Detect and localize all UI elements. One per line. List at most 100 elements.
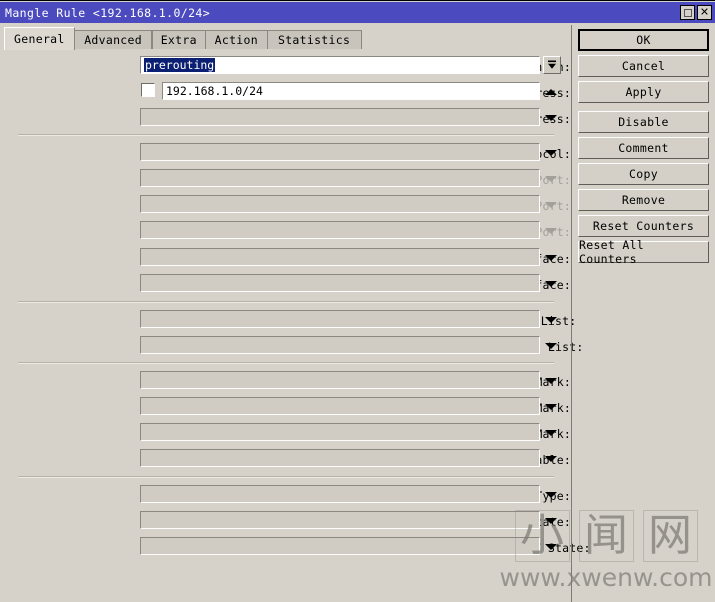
- form-row: Any. Port:: [0, 221, 571, 243]
- form-row: Src. Port:: [0, 169, 571, 191]
- chevron-down-icon: [545, 176, 557, 182]
- apply-button[interactable]: Apply: [578, 81, 709, 103]
- close-glyph: ✕: [699, 5, 710, 19]
- field-input[interactable]: [140, 143, 540, 161]
- chevron-down-icon: [545, 544, 557, 550]
- button-label: Remove: [621, 193, 666, 207]
- reset-all-counters-button[interactable]: Reset All Counters: [578, 238, 709, 266]
- form-row: Protocol:: [0, 143, 571, 165]
- field-input[interactable]: 192.168.1.0/24: [162, 82, 540, 100]
- button-label: Disable: [618, 115, 669, 129]
- field-input[interactable]: [140, 423, 540, 441]
- tab-action[interactable]: Action: [205, 30, 268, 49]
- reset-counters-button[interactable]: Reset Counters: [578, 215, 709, 237]
- chain-dropdown-button[interactable]: [543, 56, 561, 74]
- button-label: Cancel: [621, 59, 666, 73]
- form-row: Src. Address:192.168.1.0/24: [0, 82, 571, 104]
- form-row: Connection Type:: [0, 485, 571, 507]
- tab-extra[interactable]: Extra: [151, 30, 206, 49]
- form-row: Routing Table:: [0, 449, 571, 471]
- disable-button[interactable]: Disable: [578, 111, 709, 133]
- expand-down-arrow-icon[interactable]: [544, 252, 558, 264]
- field-value: 192.168.1.0/24: [166, 84, 263, 98]
- field-input[interactable]: [140, 248, 540, 266]
- button-label: Comment: [618, 141, 669, 155]
- dropdown-arrow-icon: [548, 60, 556, 69]
- title-bar[interactable]: Mangle Rule <192.168.1.0/24> ✕: [0, 2, 715, 23]
- chevron-down-icon: [545, 430, 557, 436]
- remove-button[interactable]: Remove: [578, 189, 709, 211]
- expand-down-arrow-icon[interactable]: [544, 314, 558, 326]
- field-input[interactable]: [140, 449, 540, 467]
- field-input: [140, 195, 540, 213]
- close-icon[interactable]: ✕: [697, 5, 712, 20]
- tab-statistics[interactable]: Statistics: [266, 30, 362, 49]
- field-input[interactable]: [140, 511, 540, 529]
- form-row: Connection Mark:: [0, 397, 571, 419]
- window-controls: ✕: [680, 5, 712, 20]
- tab-label: General: [14, 32, 65, 46]
- field-input[interactable]: [140, 537, 540, 555]
- cancel-button[interactable]: Cancel: [578, 55, 709, 77]
- section-separator: [18, 476, 554, 478]
- field-input[interactable]: [140, 310, 540, 328]
- field-input[interactable]: [140, 485, 540, 503]
- chevron-down-icon: [545, 492, 557, 498]
- field-input[interactable]: prerouting: [140, 56, 540, 74]
- comment-button[interactable]: Comment: [578, 137, 709, 159]
- expand-down-arrow-icon[interactable]: [544, 340, 558, 352]
- expand-down-arrow-icon[interactable]: [544, 515, 558, 527]
- chevron-down-icon: [545, 150, 557, 156]
- form-row: Dst. Address:: [0, 108, 571, 130]
- tab-label: Statistics: [277, 33, 351, 47]
- expand-down-arrow-icon[interactable]: [544, 453, 558, 465]
- field-input: [140, 221, 540, 239]
- expand-down-arrow-icon[interactable]: [544, 112, 558, 124]
- mangle-rule-dialog: Mangle Rule <192.168.1.0/24> ✕ General Ad…: [0, 0, 715, 602]
- tab-label: Advanced: [84, 33, 142, 47]
- chevron-down-icon: [545, 404, 557, 410]
- tab-label: Action: [214, 33, 258, 47]
- field-input[interactable]: [140, 397, 540, 415]
- ok-button[interactable]: OK: [578, 29, 709, 51]
- tab-advanced[interactable]: Advanced: [73, 30, 153, 49]
- field-input[interactable]: [140, 371, 540, 389]
- panel-divider: [571, 25, 572, 602]
- expand-down-arrow-icon: [544, 225, 558, 237]
- tab-label: Extra: [160, 33, 197, 47]
- form-row: Out. Interface:: [0, 274, 571, 296]
- negate-checkbox[interactable]: [141, 83, 155, 97]
- field-input[interactable]: [140, 108, 540, 126]
- expand-down-arrow-icon[interactable]: [544, 489, 558, 501]
- chevron-down-icon: [545, 255, 557, 261]
- form-row: Out. Interface List:: [0, 336, 583, 358]
- button-label: OK: [636, 33, 651, 47]
- button-label: Copy: [629, 167, 658, 181]
- form-row: Packet Mark:: [0, 371, 571, 393]
- button-label: Reset Counters: [592, 219, 695, 233]
- copy-button[interactable]: Copy: [578, 163, 709, 185]
- section-separator: [18, 301, 554, 303]
- expand-down-arrow-icon[interactable]: [544, 147, 558, 159]
- expand-down-arrow-icon[interactable]: [544, 375, 558, 387]
- chevron-up-icon: [545, 89, 557, 95]
- chevron-down-icon: [545, 343, 557, 349]
- field-input[interactable]: [140, 274, 540, 292]
- chevron-down-icon: [545, 456, 557, 462]
- field-input[interactable]: [140, 336, 540, 354]
- collapse-up-arrow-icon[interactable]: [544, 86, 558, 98]
- maximize-icon[interactable]: [680, 5, 695, 20]
- chevron-down-icon: [545, 281, 557, 287]
- chevron-down-icon: [545, 115, 557, 121]
- expand-down-arrow-icon[interactable]: [544, 541, 558, 553]
- expand-down-arrow-icon[interactable]: [544, 427, 558, 439]
- chevron-down-icon: [545, 228, 557, 234]
- form-row: Routing Mark:: [0, 423, 571, 445]
- form-row: Chain:prerouting: [0, 56, 571, 78]
- expand-down-arrow-icon[interactable]: [544, 401, 558, 413]
- expand-down-arrow-icon[interactable]: [544, 278, 558, 290]
- button-label: Reset All Counters: [579, 238, 645, 266]
- field-value: prerouting: [144, 58, 216, 72]
- tab-general[interactable]: General: [4, 27, 75, 50]
- expand-down-arrow-icon: [544, 199, 558, 211]
